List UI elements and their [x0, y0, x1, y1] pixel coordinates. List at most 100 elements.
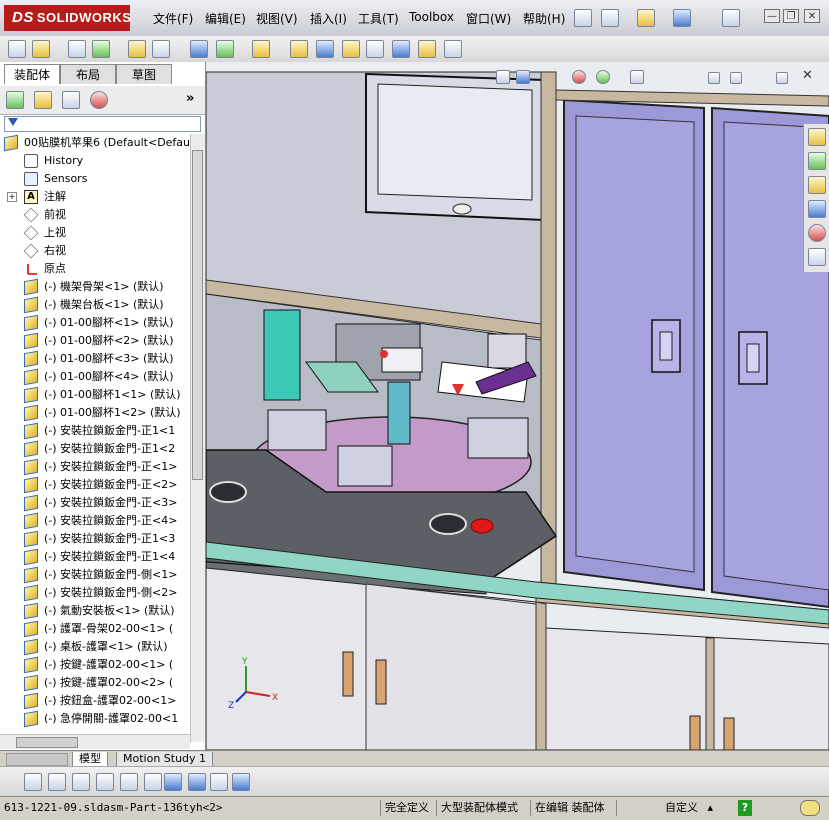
- notification-icon[interactable]: [800, 800, 820, 816]
- tree-item[interactable]: Sensors: [0, 170, 190, 188]
- graphics-area[interactable]: X Y Z ✕: [206, 62, 829, 750]
- appearance-icon[interactable]: [572, 70, 586, 84]
- menu-help[interactable]: 帮助(H): [523, 10, 565, 27]
- view-palette-icon[interactable]: [808, 200, 826, 218]
- display-list-icon[interactable]: [96, 773, 114, 791]
- edit-component-icon[interactable]: [8, 40, 26, 58]
- custom-properties-icon[interactable]: [808, 248, 826, 266]
- interference-icon[interactable]: [392, 40, 410, 58]
- new-motion-study-icon[interactable]: [290, 40, 308, 58]
- configuration-manager-icon[interactable]: [62, 91, 80, 109]
- tab-model[interactable]: 模型: [72, 752, 108, 767]
- tree-item[interactable]: (-) 安裝拉鎖鈑金門-正1<1: [0, 422, 190, 440]
- tree-item[interactable]: (-) 機架骨架<1> (默认): [0, 278, 190, 296]
- zoom-to-fit-icon[interactable]: [496, 70, 510, 84]
- mate-icon[interactable]: [68, 40, 86, 58]
- pattern-icon[interactable]: [92, 40, 110, 58]
- tree-item[interactable]: 右视: [0, 242, 190, 260]
- feature-manager-icon[interactable]: [6, 91, 24, 109]
- grid-view-icon[interactable]: [210, 773, 228, 791]
- viewport-close-icon[interactable]: ✕: [802, 68, 813, 83]
- tree-item[interactable]: (-) 安裝拉鎖鈑金門-正<2>: [0, 476, 190, 494]
- tree-root[interactable]: 00贴膜机苹果6 (Default<Default_Display State-…: [0, 134, 190, 152]
- chart-icon[interactable]: [164, 773, 182, 791]
- tree-item[interactable]: (-) 安裝拉鎖鈑金門-正<4>: [0, 512, 190, 530]
- tab-motion-study[interactable]: Motion Study 1: [116, 752, 214, 767]
- home-icon[interactable]: [808, 128, 826, 146]
- tree-horizontal-scrollbar[interactable]: [0, 734, 190, 749]
- tree-item[interactable]: (-) 護罩-骨架02-00<1> (: [0, 620, 190, 638]
- move-component-icon[interactable]: [128, 40, 146, 58]
- tree-item[interactable]: (-) 氣動安裝板<1> (默认): [0, 602, 190, 620]
- pin-icon[interactable]: [574, 9, 592, 27]
- menu-insert[interactable]: 插入(I): [310, 10, 347, 27]
- menu-file[interactable]: 文件(F): [153, 10, 193, 27]
- viewport-next-icon[interactable]: [730, 72, 742, 84]
- design-library-icon[interactable]: [808, 152, 826, 170]
- tree-item[interactable]: (-) 01-00腳杯<1> (默认): [0, 314, 190, 332]
- tree-item[interactable]: (-) 桌板-護罩<1> (默认): [0, 638, 190, 656]
- view-settings-icon[interactable]: [630, 70, 644, 84]
- property-manager-icon[interactable]: [34, 91, 52, 109]
- tree-item[interactable]: (-) 01-00腳杯<3> (默认): [0, 350, 190, 368]
- tree-item[interactable]: (-) 安裝拉鎖鈑金門-側<2>: [0, 584, 190, 602]
- clearance-icon[interactable]: [418, 40, 436, 58]
- tree-item[interactable]: (-) 01-00腳杯1<2> (默认): [0, 404, 190, 422]
- menu-window[interactable]: 窗口(W): [466, 10, 511, 27]
- section-view-icon[interactable]: [516, 70, 530, 84]
- tree-item[interactable]: (-) 安裝拉鎖鈑金門-正<1>: [0, 458, 190, 476]
- menu-tools[interactable]: 工具(T): [358, 10, 399, 27]
- rotate-component-icon[interactable]: [152, 40, 170, 58]
- minimize-button[interactable]: —: [764, 9, 780, 23]
- tree-item[interactable]: (-) 安裝拉鎖鈑金門-正1<3: [0, 530, 190, 548]
- hscroll-thumb[interactable]: [16, 737, 78, 748]
- restore-button[interactable]: ❐: [783, 9, 799, 23]
- appearances-icon[interactable]: [808, 224, 826, 242]
- viewport-prev-icon[interactable]: [708, 72, 720, 84]
- hidden-lines-icon[interactable]: [48, 773, 66, 791]
- instant3d-icon[interactable]: [444, 40, 462, 58]
- render-icon[interactable]: [232, 773, 250, 791]
- expand-toggle[interactable]: +: [7, 192, 17, 202]
- scrollbar-thumb[interactable]: [192, 150, 203, 480]
- tree-item[interactable]: (-) 安裝拉鎖鈑金門-正1<2: [0, 440, 190, 458]
- tree-item[interactable]: (-) 01-00腳杯<2> (默认): [0, 332, 190, 350]
- menu-view[interactable]: 视图(V): [256, 10, 298, 27]
- bill-of-materials-icon[interactable]: [316, 40, 334, 58]
- display-style-icon[interactable]: [24, 773, 42, 791]
- wireframe-icon[interactable]: [72, 773, 90, 791]
- tab-assembly[interactable]: 装配体: [4, 64, 60, 84]
- menu-edit[interactable]: 编辑(E): [205, 10, 246, 27]
- exploded-view-icon[interactable]: [342, 40, 360, 58]
- insert-component-icon[interactable]: [32, 40, 50, 58]
- tree-item[interactable]: History: [0, 152, 190, 170]
- expand-pane-button[interactable]: »: [186, 91, 194, 106]
- display-manager-icon[interactable]: [90, 91, 108, 109]
- tree-filter-input[interactable]: [4, 116, 201, 132]
- tree-item[interactable]: 原点: [0, 260, 190, 278]
- tree-vertical-scrollbar[interactable]: [190, 134, 205, 742]
- tree-item[interactable]: (-) 安裝拉鎖鈑金門-正<3>: [0, 494, 190, 512]
- shaded-view-icon[interactable]: [188, 773, 206, 791]
- tree-item[interactable]: (-) 急停開關-護罩02-00<1: [0, 710, 190, 728]
- tree-item[interactable]: 上视: [0, 224, 190, 242]
- tree-item[interactable]: (-) 安裝拉鎖鈑金門-正1<4: [0, 548, 190, 566]
- tree-item[interactable]: (-) 機架台板<1> (默认): [0, 296, 190, 314]
- explode-line-icon[interactable]: [366, 40, 384, 58]
- tree-item[interactable]: (-) 按鍵-護罩02-00<1> (: [0, 656, 190, 674]
- tree-item[interactable]: (-) 01-00腳杯<4> (默认): [0, 368, 190, 386]
- open-folder-icon[interactable]: [637, 9, 655, 27]
- tree-item[interactable]: (-) 01-00腳杯1<1> (默认): [0, 386, 190, 404]
- tree-item[interactable]: (-) 按鍵-護罩02-00<2> (: [0, 674, 190, 692]
- scene-icon[interactable]: [596, 70, 610, 84]
- reference-geometry-icon[interactable]: [252, 40, 270, 58]
- help-icon[interactable]: [722, 9, 740, 27]
- assembly-features-icon[interactable]: [216, 40, 234, 58]
- units-selector[interactable]: 自定义 ▴: [616, 800, 721, 816]
- tab-sketch[interactable]: 草图: [116, 64, 172, 84]
- hide-show-icon[interactable]: [190, 40, 208, 58]
- save-icon[interactable]: [673, 9, 691, 27]
- table-icon[interactable]: [120, 773, 138, 791]
- close-button[interactable]: ✕: [804, 9, 820, 23]
- new-document-icon[interactable]: [601, 9, 619, 27]
